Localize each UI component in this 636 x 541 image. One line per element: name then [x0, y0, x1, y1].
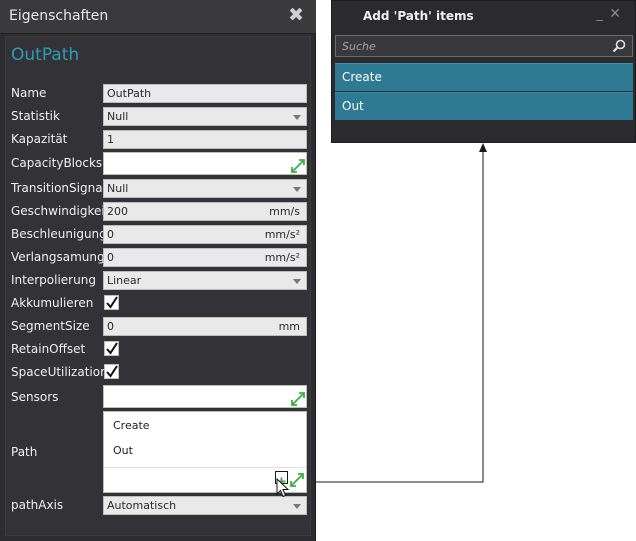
connector-arrow — [316, 143, 487, 483]
screen: Eigenschaften ✖ OutPath Name OutPath Sta… — [0, 0, 636, 541]
mouse-cursor-icon — [276, 478, 290, 498]
